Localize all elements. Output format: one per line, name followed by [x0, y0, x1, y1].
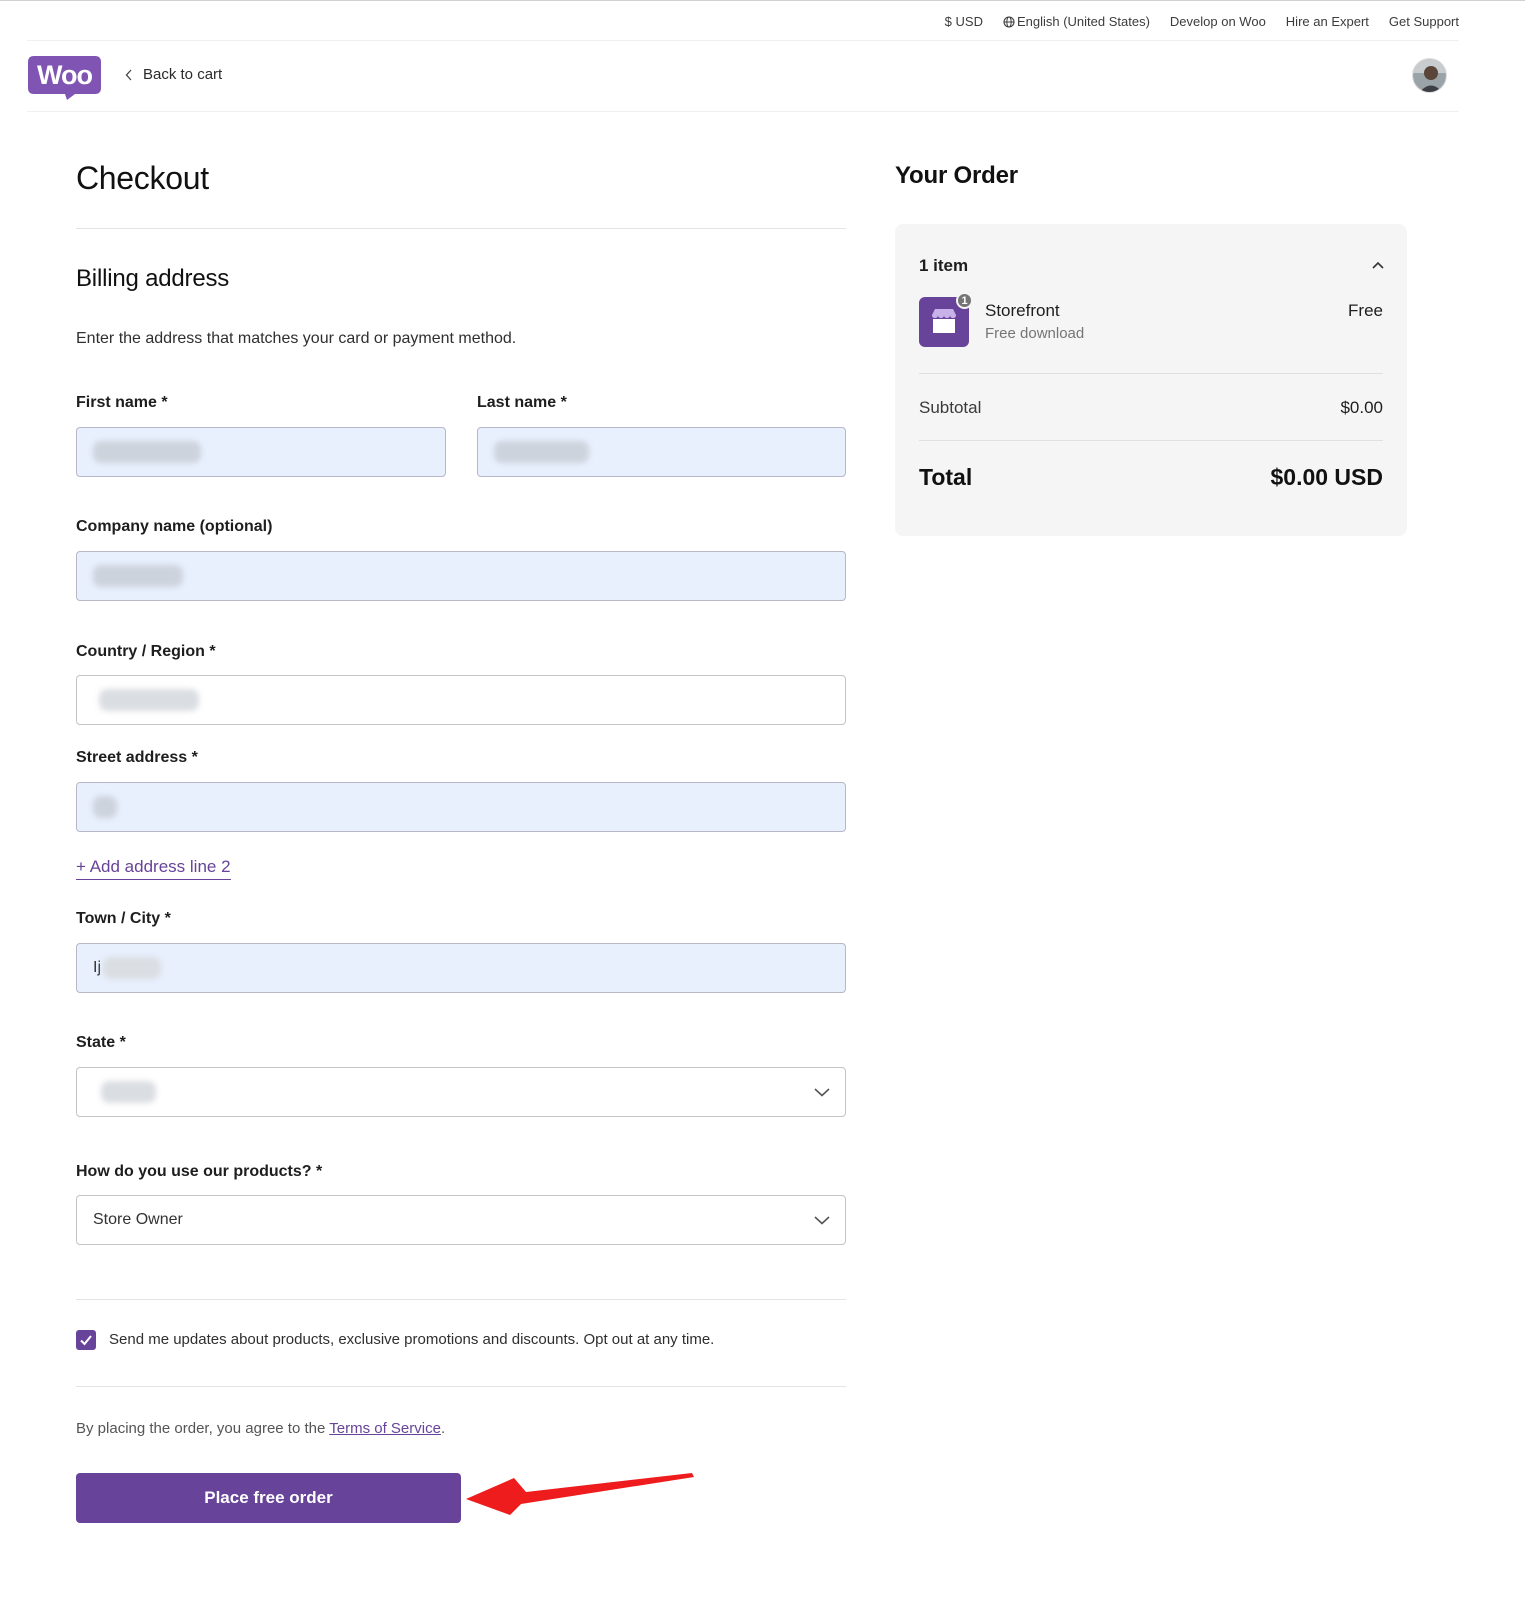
place-free-order-button[interactable]: Place free order	[76, 1473, 461, 1523]
terms-suffix: .	[440, 1420, 446, 1437]
language-label: English (United States)	[1016, 14, 1150, 29]
quantity-badge: 1	[956, 292, 973, 309]
total-value: $0.00 USD	[1270, 464, 1383, 490]
language-selector[interactable]: English (United States)	[1003, 14, 1150, 29]
back-to-cart-label: Back to cart	[143, 66, 223, 83]
top-border	[0, 0, 1525, 1]
first-name-label: First name *	[76, 394, 168, 411]
logo-text: Woo	[37, 60, 92, 90]
state-label: State *	[76, 1034, 126, 1051]
utility-bar: $ USD English (United States) Develop on…	[945, 14, 1459, 29]
updates-checkbox[interactable]	[76, 1330, 96, 1350]
total-label: Total	[919, 464, 973, 490]
red-arrow-icon	[466, 1473, 694, 1515]
form-divider	[76, 1299, 846, 1300]
redacted-value	[93, 796, 117, 818]
form-divider	[76, 1386, 846, 1387]
title-divider	[76, 228, 846, 229]
redacted-value	[103, 957, 161, 979]
last-name-field[interactable]	[477, 427, 846, 477]
country-region-field[interactable]	[76, 675, 846, 725]
order-items-count: 1 item	[919, 256, 969, 275]
street-address-label: Street address *	[76, 749, 198, 766]
support-link[interactable]: Get Support	[1389, 14, 1459, 29]
add-address-line-2-link[interactable]: + Add address line 2	[76, 857, 231, 880]
order-divider	[919, 373, 1383, 374]
first-name-field[interactable]	[76, 427, 446, 477]
company-name-label: Company name (optional)	[76, 518, 273, 535]
chevron-left-icon	[125, 69, 132, 80]
terms-prefix: By placing the order, you agree to the	[76, 1420, 330, 1437]
town-city-label: Town / City *	[76, 910, 171, 927]
currency-selector[interactable]: $ USD	[945, 14, 983, 29]
last-name-label: Last name *	[477, 394, 567, 411]
page-title: Checkout	[76, 160, 209, 196]
chevron-up-icon[interactable]	[1371, 260, 1385, 270]
company-name-field[interactable]	[76, 551, 846, 601]
state-select[interactable]	[76, 1067, 846, 1117]
country-region-label: Country / Region *	[76, 643, 216, 660]
globe-icon	[1003, 15, 1015, 28]
terms-of-service-link[interactable]: Terms of Service	[329, 1420, 441, 1437]
order-summary-card: 1 item 1 Storefront Free download Free S…	[895, 224, 1407, 536]
user-avatar[interactable]	[1412, 58, 1447, 93]
street-address-field[interactable]	[76, 782, 846, 832]
product-price: Free	[1348, 301, 1383, 320]
header-divider-top	[27, 40, 1459, 41]
chevron-down-icon	[814, 1088, 830, 1097]
product-usage-label: How do you use our products? *	[76, 1163, 323, 1180]
redacted-value	[494, 441, 589, 463]
order-summary-title: Your Order	[895, 162, 1018, 189]
hire-expert-link[interactable]: Hire an Expert	[1286, 14, 1369, 29]
updates-checkbox-label: Send me updates about products, exclusiv…	[109, 1331, 715, 1348]
billing-section-description: Enter the address that matches your card…	[76, 330, 517, 347]
subtotal-label: Subtotal	[919, 398, 982, 417]
develop-link[interactable]: Develop on Woo	[1170, 14, 1266, 29]
redacted-value	[93, 565, 183, 587]
check-icon	[80, 1335, 92, 1346]
order-divider	[919, 440, 1383, 441]
redacted-value	[99, 689, 199, 711]
town-city-field[interactable]: Ij	[76, 943, 846, 993]
terms-notice: By placing the order, you agree to the T…	[76, 1420, 445, 1437]
product-subtitle: Free download	[985, 325, 1085, 342]
redacted-value	[101, 1081, 156, 1103]
product-usage-select[interactable]: Store Owner	[76, 1195, 846, 1245]
chevron-down-icon	[814, 1216, 830, 1225]
city-value-prefix: Ij	[93, 959, 101, 976]
subtotal-value: $0.00	[1340, 398, 1383, 417]
product-usage-value: Store Owner	[93, 1211, 183, 1228]
billing-section-title: Billing address	[76, 265, 230, 292]
woo-logo[interactable]: Woo	[27, 55, 102, 100]
back-to-cart-link[interactable]: Back to cart	[125, 66, 222, 83]
header-divider-bottom	[27, 111, 1459, 112]
redacted-value	[93, 441, 201, 463]
product-name: Storefront	[985, 301, 1060, 320]
